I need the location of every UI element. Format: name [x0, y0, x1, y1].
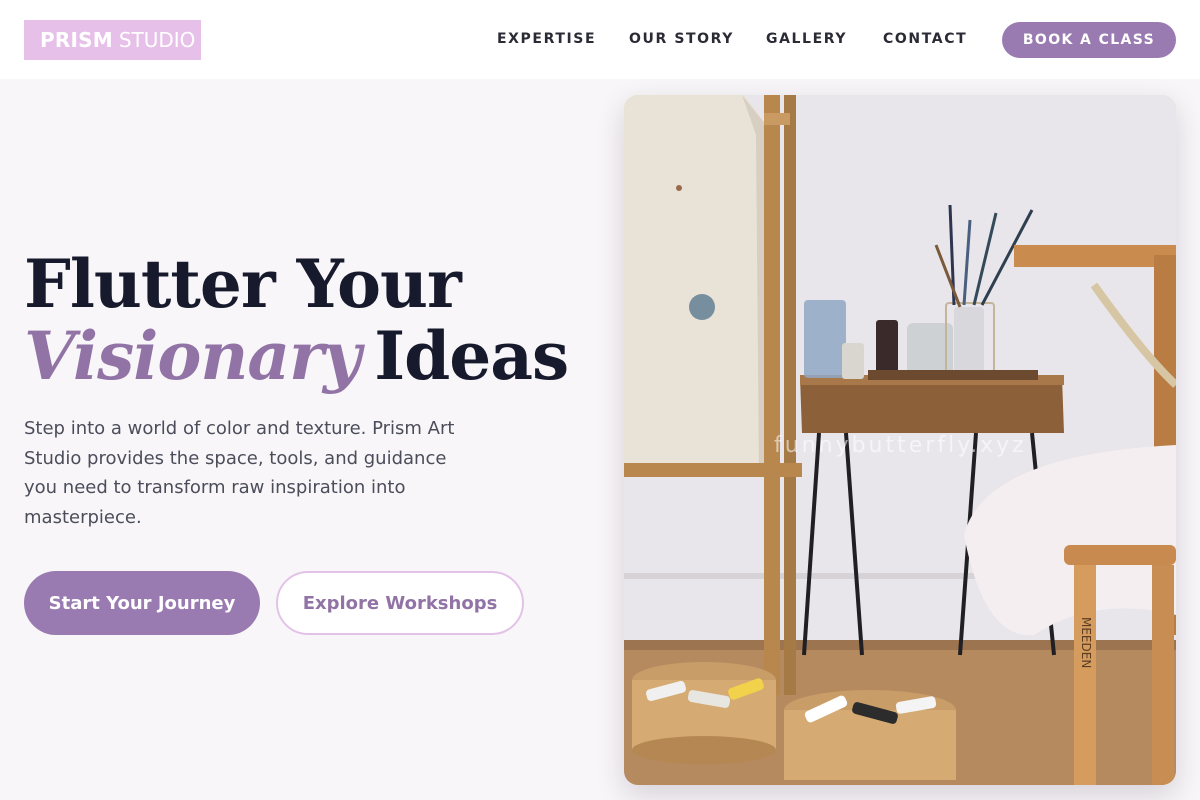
headline-accent-word: Visionary: [24, 317, 361, 395]
hero-image: MEEDEN funnybutterfly.xyz: [624, 95, 1176, 785]
hero-description: Step into a world of color and texture. …: [24, 418, 455, 528]
image-watermark: funnybutterfly.xyz: [774, 433, 1027, 458]
nav-link-contact[interactable]: CONTACT: [883, 31, 967, 47]
water-jar: [804, 300, 846, 378]
paint-stain: [689, 294, 715, 320]
ladder-rung: [624, 463, 802, 477]
ink-bottle: [876, 320, 898, 378]
easel-beam: [1014, 245, 1176, 267]
headline-line-1: Flutter Your: [24, 245, 462, 323]
site-header: PRISM STUDIO EXPERTISE OUR STORY GALLERY…: [0, 0, 1200, 79]
brand-logo[interactable]: PRISM STUDIO: [24, 20, 201, 60]
paint-speck: [676, 185, 682, 191]
nav-link-expertise[interactable]: EXPERTISE: [497, 31, 596, 47]
nav-link-gallery[interactable]: GALLERY: [766, 31, 847, 47]
table-top: [800, 377, 1064, 433]
ladder-top: [764, 113, 790, 125]
canvas-cloth: [624, 95, 774, 475]
stool-leg: [1074, 565, 1096, 785]
ladder-rail-right: [784, 95, 796, 695]
headline-rest-word: Ideas: [374, 317, 569, 395]
brand-name: PRISM: [40, 28, 113, 52]
stool-leg: [1152, 565, 1174, 785]
palette-tray: [868, 370, 1038, 380]
small-bottle: [842, 343, 864, 379]
headline-line-2: Visionary Ideas: [24, 320, 584, 392]
stool-label: MEEDEN: [1079, 617, 1093, 668]
brand-suffix: STUDIO: [118, 28, 196, 52]
book-class-button[interactable]: BOOK A CLASS: [1002, 22, 1176, 58]
medium-bottle: [954, 307, 984, 377]
hero-headline: Flutter Your Visionary Ideas: [24, 248, 584, 392]
ladder-rail-left: [764, 95, 780, 695]
start-journey-button[interactable]: Start Your Journey: [24, 571, 260, 635]
nav-link-our-story[interactable]: OUR STORY: [629, 31, 734, 47]
basket-base: [632, 736, 776, 764]
stool-seat: [1064, 545, 1176, 565]
explore-workshops-button[interactable]: Explore Workshops: [276, 571, 524, 635]
